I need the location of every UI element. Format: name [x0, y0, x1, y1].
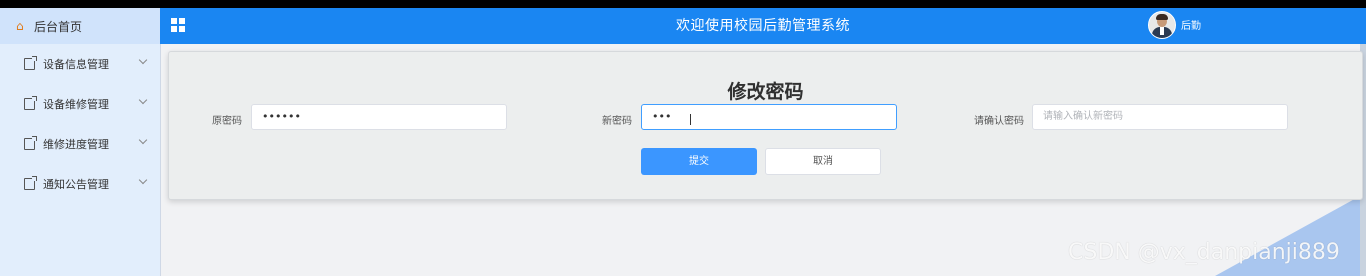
- watermark: CSDN @vx_danpianji889: [1068, 240, 1340, 265]
- old-password-label: 原密码: [212, 116, 242, 127]
- sidebar-item-device-repair[interactable]: 设备维修管理: [0, 84, 160, 124]
- document-icon: [24, 176, 37, 190]
- chevron-down-icon: [138, 135, 148, 145]
- top-strip: [0, 0, 1366, 8]
- sidebar-item-label: 设备维修管理: [43, 98, 109, 111]
- sidebar-item-repair-progress[interactable]: 维修进度管理: [0, 124, 160, 164]
- submit-button[interactable]: 提交: [641, 148, 757, 175]
- header-bar: 欢迎使用校园后勤管理系统 后勤: [160, 8, 1366, 44]
- form-title: 修改密码: [727, 81, 804, 103]
- confirm-password-label: 请确认密码: [974, 116, 1024, 127]
- chevron-down-icon: [138, 95, 148, 105]
- document-icon: [24, 136, 37, 150]
- confirm-password-input[interactable]: 请输入确认新密码: [1032, 104, 1288, 130]
- user-name[interactable]: 后勤: [1181, 8, 1201, 44]
- document-icon: [24, 56, 37, 70]
- sidebar-item-notice[interactable]: 通知公告管理: [0, 164, 160, 204]
- old-password-input[interactable]: ••••••: [251, 104, 507, 130]
- sidebar: ⌂ 后台首页 设备信息管理 设备维修管理 维修进度管理 通知公告管理: [0, 8, 161, 276]
- sidebar-home[interactable]: ⌂ 后台首页: [0, 8, 160, 44]
- chevron-down-icon: [138, 175, 148, 185]
- sidebar-item-label: 维修进度管理: [43, 138, 109, 151]
- sidebar-item-device-info[interactable]: 设备信息管理: [0, 44, 160, 84]
- new-password-input[interactable]: •••: [641, 104, 897, 130]
- text-cursor-icon: [690, 114, 691, 125]
- chevron-down-icon: [138, 55, 148, 65]
- avatar[interactable]: [1148, 11, 1176, 39]
- home-icon: ⌂: [16, 19, 24, 33]
- sidebar-item-label: 通知公告管理: [43, 178, 109, 191]
- change-password-card: 修改密码 原密码 •••••• 新密码 ••• 请确认密码 请输入确认新密码 提…: [168, 51, 1363, 200]
- sidebar-home-label: 后台首页: [34, 19, 83, 34]
- new-password-label: 新密码: [602, 116, 632, 127]
- document-icon: [24, 96, 37, 110]
- sidebar-item-label: 设备信息管理: [43, 58, 109, 71]
- cancel-button[interactable]: 取消: [765, 148, 881, 175]
